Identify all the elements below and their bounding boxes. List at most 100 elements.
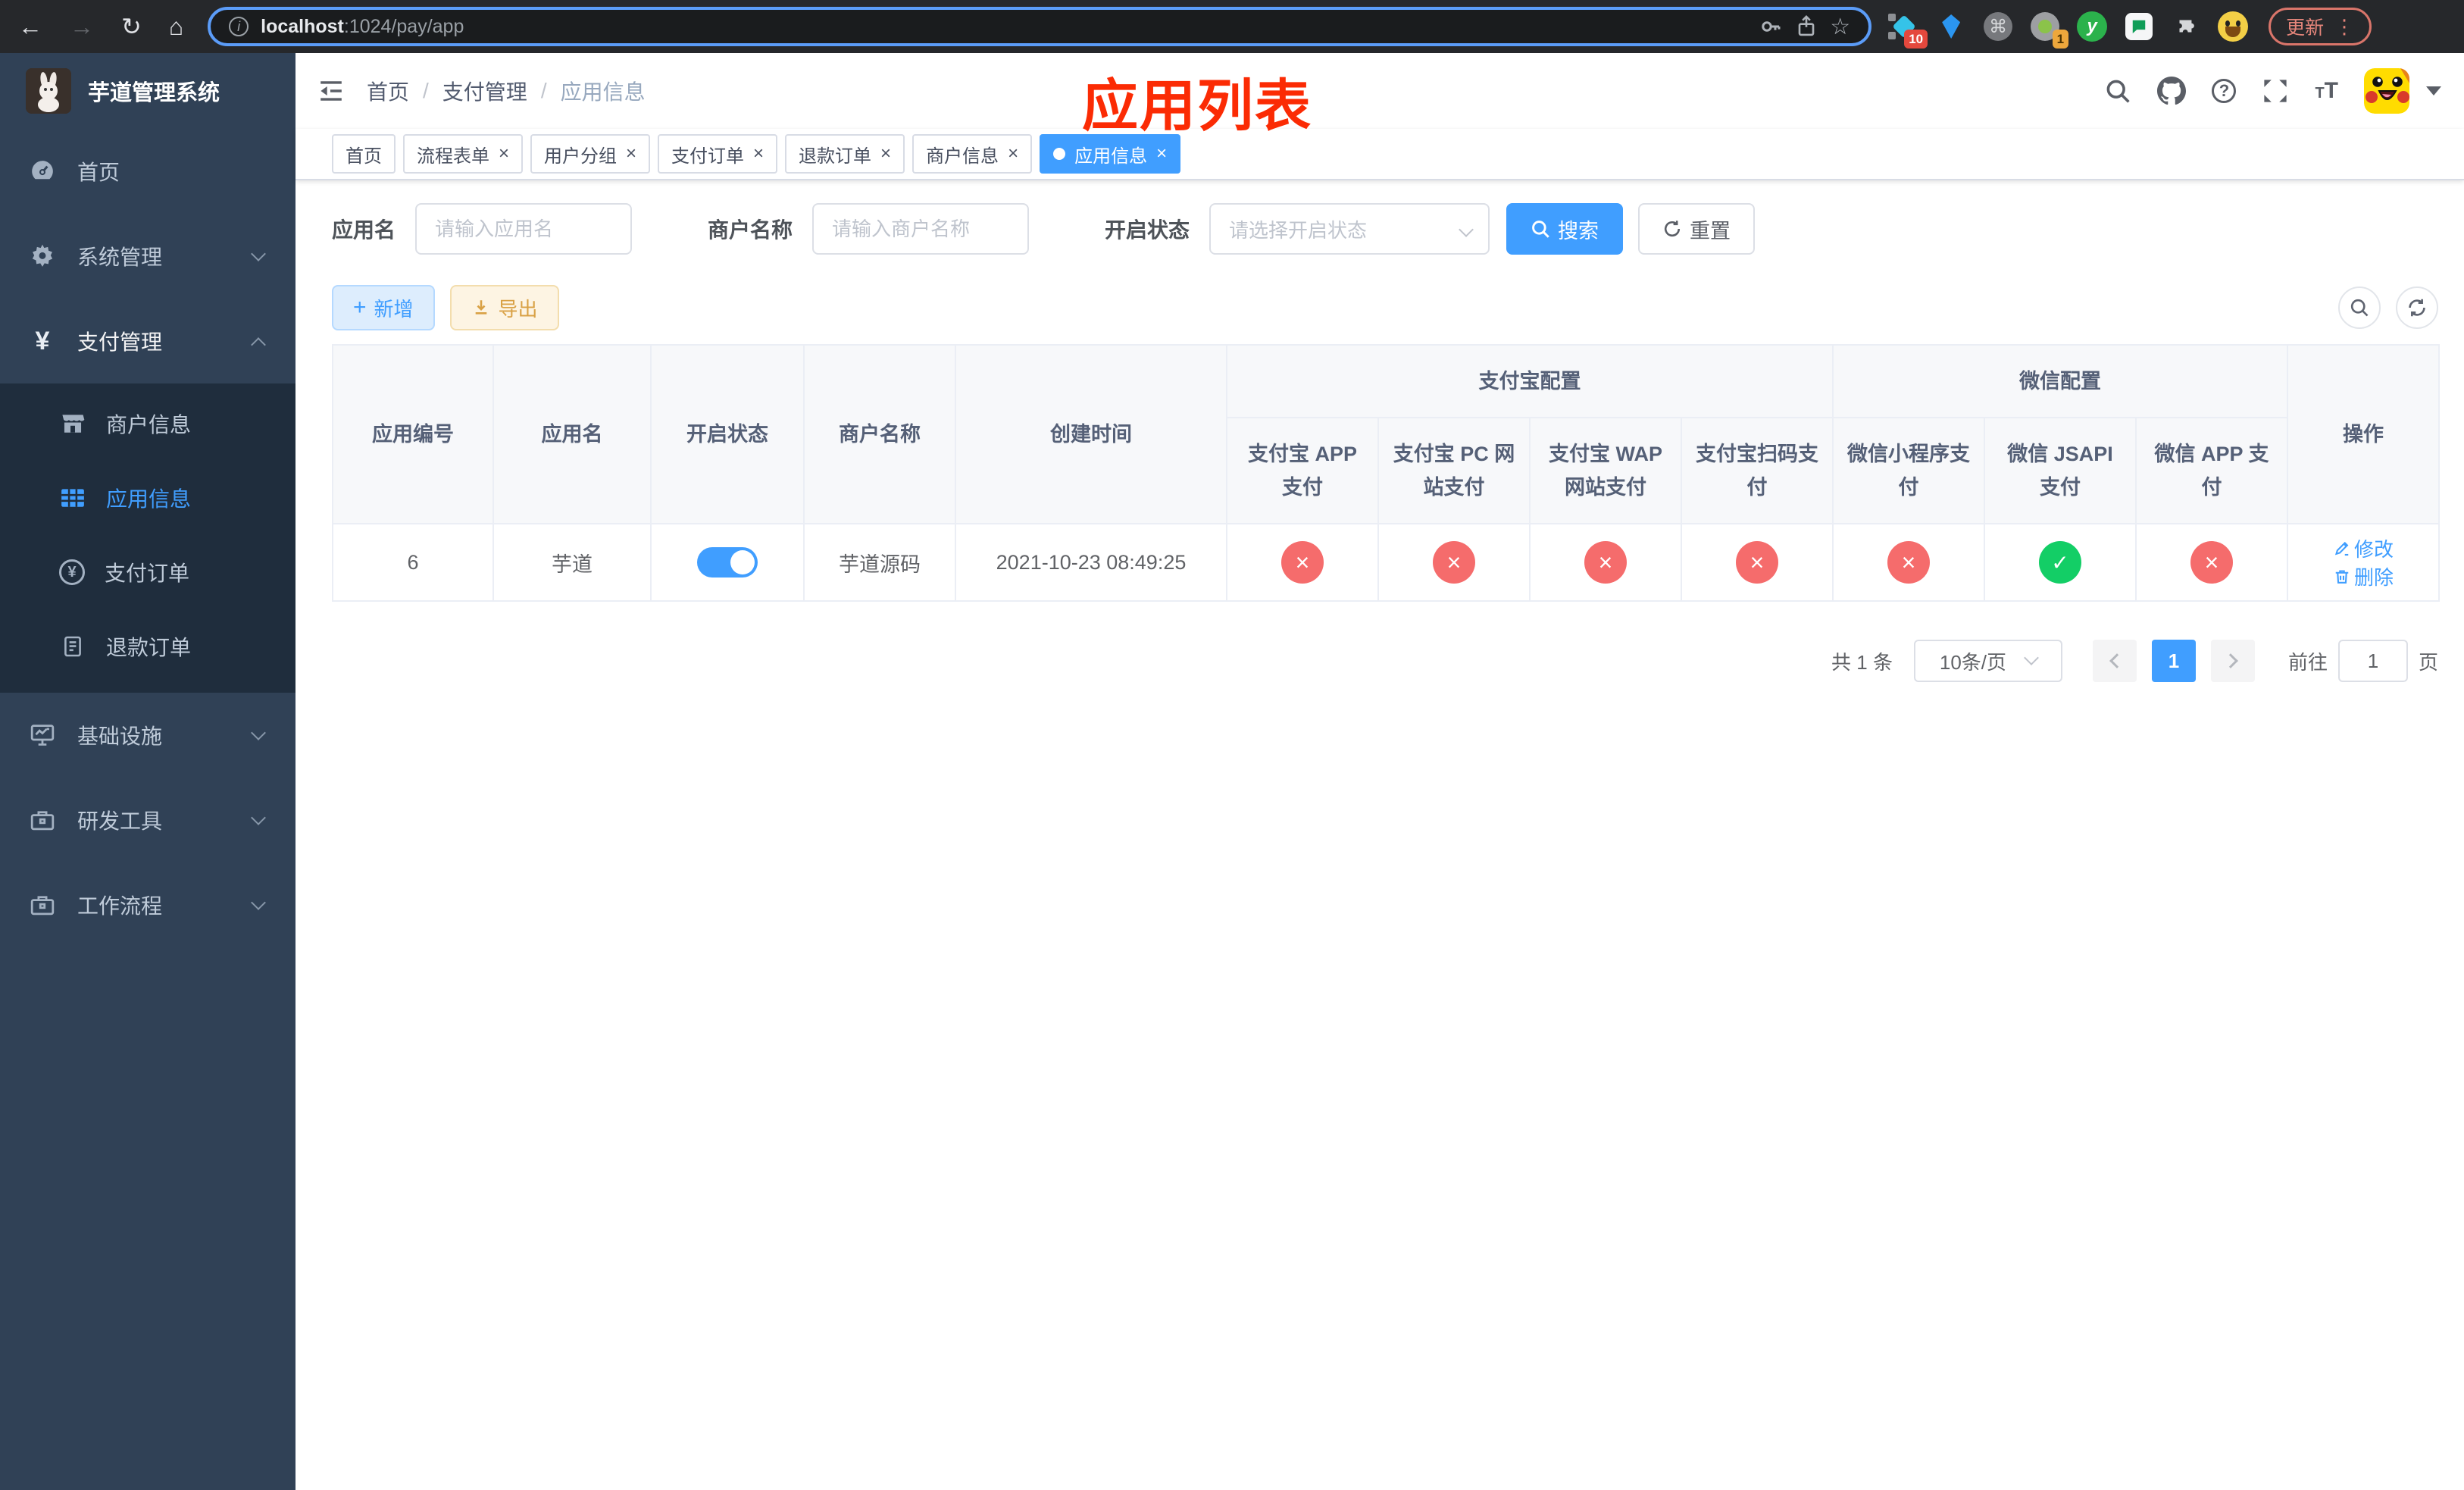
col-header-wechat-mini: 微信小程序支付	[1832, 417, 1985, 524]
page-size-select[interactable]: 10条/页	[1913, 640, 2062, 682]
password-key-icon[interactable]	[1759, 14, 1783, 39]
add-button[interactable]: 新增	[332, 285, 435, 330]
extension-recorder-icon[interactable]: 1	[2028, 9, 2069, 49]
tab-refund-orders[interactable]: 退款订单 ×	[785, 134, 905, 174]
prev-page-button[interactable]	[2092, 640, 2137, 682]
chrome-update-button[interactable]: 更新	[2269, 8, 2372, 45]
fullscreen-icon[interactable]	[2262, 77, 2289, 105]
tab-home[interactable]: 首页	[332, 134, 396, 174]
extensions-puzzle-icon[interactable]	[2169, 9, 2203, 44]
table-row: 6 芋道 芋道源码 2021-10-23 08:49:25 × × × × × …	[332, 523, 2441, 602]
export-button[interactable]: 导出	[449, 285, 559, 330]
tab-label: 首页	[346, 146, 382, 167]
sidebar-item-payment[interactable]: ¥ 支付管理	[0, 299, 295, 383]
extension-diamond-icon[interactable]: 10	[1887, 9, 1928, 49]
sidebar-item-home[interactable]: 首页	[0, 129, 295, 214]
merchant-name-input[interactable]	[812, 203, 1030, 255]
yen-icon: ¥	[35, 326, 50, 355]
gear-icon	[29, 243, 56, 270]
table-toolbar: 新增 导出	[332, 285, 2438, 330]
sidebar-fold-icon[interactable]	[318, 78, 344, 104]
sidebar-item-app-info[interactable]: 应用信息	[0, 461, 295, 535]
browser-back-icon[interactable]: ←	[18, 14, 42, 39]
goto-label: 前往	[2287, 650, 2328, 674]
avatar-caret-icon[interactable]	[2426, 86, 2441, 95]
breadcrumb-payment[interactable]: 支付管理	[442, 76, 527, 106]
next-page-button[interactable]	[2210, 640, 2255, 682]
help-icon[interactable]	[2212, 79, 2237, 103]
sidebar-item-workflow[interactable]: 工作流程	[0, 862, 295, 947]
browser-home-icon[interactable]: ⌂	[169, 14, 183, 39]
sidebar-item-label: 退款订单	[106, 636, 192, 659]
chevron-down-icon	[1459, 222, 1474, 237]
col-header-actions: 操作	[2287, 344, 2441, 524]
extension-badge: 1	[2052, 30, 2069, 49]
status-toggle[interactable]	[697, 547, 758, 578]
sidebar-item-dev-tools[interactable]: 研发工具	[0, 778, 295, 862]
cell-app-id: 6	[332, 523, 494, 602]
page-number-button[interactable]: 1	[2151, 640, 2196, 682]
show-search-toggle-icon[interactable]	[2338, 286, 2381, 329]
col-header-app-name: 应用名	[492, 344, 652, 524]
extension-y-icon[interactable]	[2075, 9, 2109, 44]
close-icon[interactable]: ×	[880, 145, 891, 163]
header-search-icon[interactable]	[2104, 77, 2131, 105]
goto-page-input[interactable]	[2337, 640, 2408, 682]
profile-avatar-icon[interactable]	[2215, 9, 2250, 44]
sidebar-item-infrastructure[interactable]: 基础设施	[0, 693, 295, 778]
tags-view: 首页 流程表单 × 用户分组 × 支付订单 × 退款订单 × 商户信息 × 应用信息 ×	[295, 129, 2464, 180]
refresh-table-icon[interactable]	[2396, 286, 2438, 329]
extension-kite-icon[interactable]	[1934, 9, 1968, 44]
user-avatar[interactable]	[2364, 68, 2409, 114]
filter-form: 应用名 商户名称 开启状态 请选择开启状态	[332, 203, 2438, 255]
close-icon[interactable]: ×	[499, 145, 509, 163]
extension-command-icon[interactable]	[1981, 9, 2015, 44]
delete-link[interactable]: 删除	[2333, 562, 2394, 590]
reset-button-label: 重置	[1690, 219, 1731, 243]
github-icon[interactable]	[2157, 77, 2187, 105]
breadcrumb-home[interactable]: 首页	[367, 76, 409, 106]
tab-merchant-info[interactable]: 商户信息 ×	[912, 134, 1033, 174]
breadcrumb-separator: /	[423, 79, 429, 102]
sidebar-item-refund-orders[interactable]: 退款订单	[0, 609, 295, 684]
font-size-icon[interactable]	[2315, 78, 2338, 104]
app-logo[interactable]: 芋道管理系统	[0, 53, 295, 129]
app-name-label: 应用名	[332, 218, 396, 242]
bookmark-star-icon[interactable]: ☆	[1830, 14, 1850, 40]
sidebar-item-system[interactable]: 系统管理	[0, 214, 295, 299]
active-dot	[1053, 148, 1066, 160]
close-icon[interactable]: ×	[626, 145, 636, 163]
tab-pay-orders[interactable]: 支付订单 ×	[658, 134, 778, 174]
share-icon[interactable]	[1795, 14, 1818, 39]
pagination: 共 1 条 10条/页 1 前往 页	[332, 640, 2438, 682]
url-text: localhost:1024/pay/app	[261, 16, 464, 38]
site-info-icon[interactable]	[229, 17, 249, 36]
app-title: 芋道管理系统	[88, 81, 220, 105]
extension-chat-icon[interactable]	[2122, 9, 2156, 44]
browser-reload-icon[interactable]: ↻	[121, 14, 142, 39]
address-bar[interactable]: localhost:1024/pay/app ☆	[208, 7, 1872, 46]
goto-unit-label: 页	[2418, 650, 2438, 674]
status-wechat-app-icon	[2190, 541, 2233, 584]
tab-process-form[interactable]: 流程表单 ×	[403, 134, 524, 174]
browser-toolbar: ← → ↻ ⌂ localhost:1024/pay/app ☆ 10	[0, 0, 2464, 53]
sidebar-item-pay-orders[interactable]: 支付订单	[0, 535, 295, 609]
page-content: 应用名 商户名称 开启状态 请选择开启状态	[295, 180, 2464, 1490]
app-name-input[interactable]	[415, 203, 633, 255]
close-icon[interactable]: ×	[1008, 145, 1018, 163]
chrome-menu-icon[interactable]	[2334, 15, 2354, 39]
cell-created: 2021-10-23 08:49:25	[955, 523, 1227, 602]
close-icon[interactable]: ×	[753, 145, 764, 163]
col-header-created: 创建时间	[955, 344, 1227, 524]
close-icon[interactable]: ×	[1156, 145, 1167, 163]
tab-user-group[interactable]: 用户分组 ×	[530, 134, 651, 174]
browser-forward-icon[interactable]: →	[70, 14, 94, 39]
col-header-app-id: 应用编号	[332, 344, 494, 524]
status-select-placeholder: 请选择开启状态	[1229, 218, 1368, 242]
tab-label: 用户分组	[544, 146, 618, 167]
sidebar-item-merchant-info[interactable]: 商户信息	[0, 387, 295, 461]
edit-link[interactable]: 修改	[2333, 534, 2394, 562]
reset-button[interactable]: 重置	[1638, 203, 1756, 255]
search-button[interactable]: 搜索	[1506, 203, 1624, 255]
status-select[interactable]: 请选择开启状态	[1209, 203, 1490, 255]
